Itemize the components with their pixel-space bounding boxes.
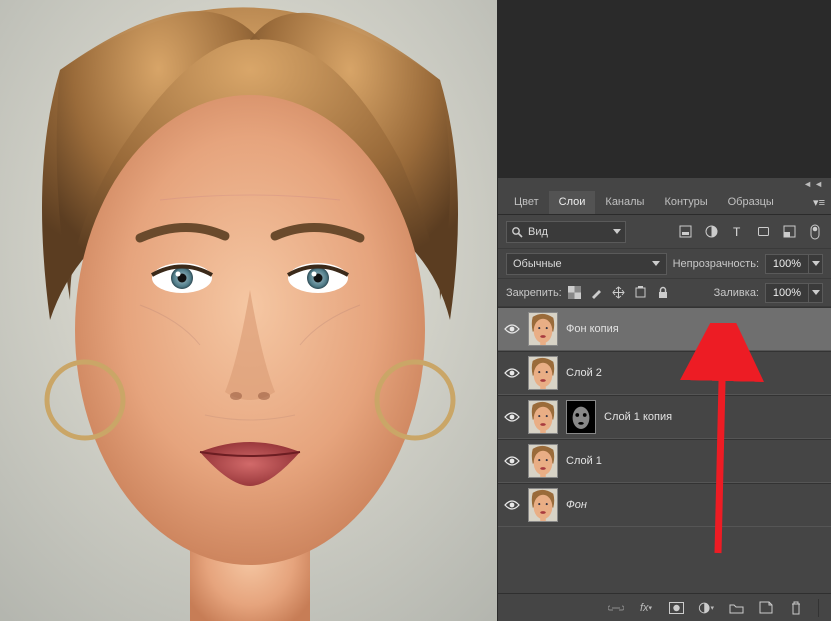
visibility-toggle-icon[interactable] <box>504 321 520 337</box>
panel-menu-icon[interactable]: ▾≡ <box>813 196 825 209</box>
chevron-down-icon <box>812 261 820 266</box>
chevron-down-icon <box>652 261 660 266</box>
layer-thumbnail[interactable] <box>528 444 558 478</box>
add-mask-icon[interactable] <box>668 600 684 616</box>
opacity-label: Непрозрачность: <box>673 258 759 270</box>
fx-icon[interactable]: fx▾ <box>638 600 654 616</box>
footer-divider <box>818 599 819 617</box>
layer-row[interactable]: Фон копия <box>498 307 831 351</box>
layers-footer: fx▾ ▾ <box>498 593 831 621</box>
lock-all-icon[interactable] <box>656 286 670 300</box>
blend-mode-select[interactable]: Обычные <box>506 253 667 275</box>
layer-name[interactable]: Слой 1 копия <box>604 411 672 423</box>
layer-filter-row: Вид T <box>498 215 831 249</box>
layer-thumbnail[interactable] <box>528 312 558 346</box>
fill-input[interactable] <box>765 283 809 303</box>
layer-row[interactable]: Фон <box>498 483 831 527</box>
lock-brush-icon[interactable] <box>590 286 604 300</box>
svg-text:T: T <box>733 225 741 239</box>
lock-transparency-icon[interactable] <box>568 286 582 300</box>
layers-list: Фон копия Слой 2 Слой 1 копия Слой 1 <box>498 307 831 527</box>
layer-name[interactable]: Слой 2 <box>566 367 602 379</box>
layer-thumbnail[interactable] <box>528 488 558 522</box>
document-canvas[interactable] <box>0 0 497 621</box>
lock-fill-row: Закрепить: Заливка: <box>498 279 831 307</box>
filter-pixel-icon[interactable] <box>677 224 693 240</box>
group-icon[interactable] <box>728 600 744 616</box>
visibility-toggle-icon[interactable] <box>504 365 520 381</box>
panel-dock: ◄◄ Цвет Слои Каналы Контуры Образцы ▾≡ В… <box>497 178 831 621</box>
tab-swatches[interactable]: Образцы <box>718 191 784 214</box>
layer-row[interactable]: Слой 2 <box>498 351 831 395</box>
layer-row[interactable]: Слой 1 копия <box>498 395 831 439</box>
adjustment-layer-icon[interactable]: ▾ <box>698 600 714 616</box>
panel-tabs: Цвет Слои Каналы Контуры Образцы ▾≡ <box>498 190 831 215</box>
new-layer-icon[interactable] <box>758 600 774 616</box>
chevron-down-icon <box>812 290 820 295</box>
filter-adjustment-icon[interactable] <box>703 224 719 240</box>
tab-channels[interactable]: Каналы <box>595 191 654 214</box>
tab-layers[interactable]: Слои <box>549 191 596 214</box>
lock-label: Закрепить: <box>506 287 562 299</box>
tab-paths[interactable]: Контуры <box>654 191 717 214</box>
layer-thumbnail[interactable] <box>528 356 558 390</box>
filter-kind-select[interactable]: Вид <box>506 221 626 243</box>
lock-position-icon[interactable] <box>612 286 626 300</box>
layer-thumbnail[interactable] <box>528 400 558 434</box>
layer-row[interactable]: Слой 1 <box>498 439 831 483</box>
filter-kind-label: Вид <box>528 226 548 238</box>
filter-smart-icon[interactable] <box>781 224 797 240</box>
layer-mask-thumbnail[interactable] <box>566 400 596 434</box>
workspace-dark-area <box>497 0 831 178</box>
layer-name[interactable]: Слой 1 <box>566 455 602 467</box>
lock-artboard-icon[interactable] <box>634 286 648 300</box>
opacity-dropdown-button[interactable] <box>809 254 823 274</box>
layer-name[interactable]: Фон <box>566 499 587 511</box>
blend-mode-value: Обычные <box>513 258 562 270</box>
fill-dropdown-button[interactable] <box>809 283 823 303</box>
filter-shape-icon[interactable] <box>755 224 771 240</box>
fill-label: Заливка: <box>714 287 759 299</box>
link-layers-icon[interactable] <box>608 600 624 616</box>
visibility-toggle-icon[interactable] <box>504 409 520 425</box>
layer-name[interactable]: Фон копия <box>566 323 619 335</box>
opacity-input[interactable] <box>765 254 809 274</box>
search-icon <box>511 226 523 238</box>
trash-icon[interactable] <box>788 600 804 616</box>
filter-toggle-icon[interactable] <box>807 224 823 240</box>
blend-opacity-row: Обычные Непрозрачность: <box>498 249 831 279</box>
panel-collapse-icon[interactable]: ◄◄ <box>803 179 825 189</box>
chevron-down-icon <box>613 229 621 234</box>
filter-type-icon[interactable]: T <box>729 224 745 240</box>
tab-color[interactable]: Цвет <box>504 191 549 214</box>
visibility-toggle-icon[interactable] <box>504 497 520 513</box>
visibility-toggle-icon[interactable] <box>504 453 520 469</box>
